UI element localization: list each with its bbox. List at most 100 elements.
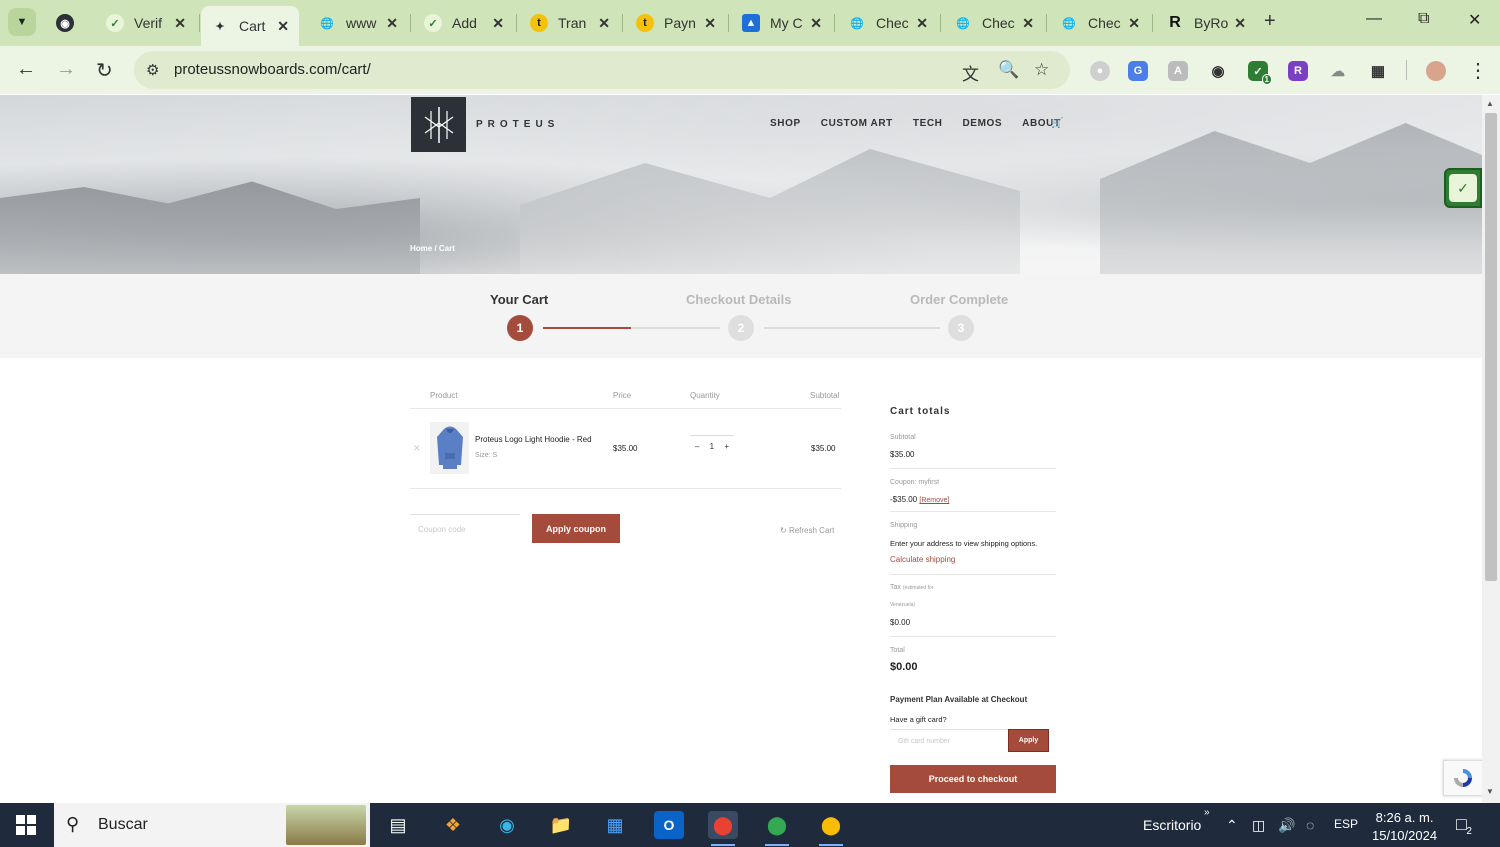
tab-search-button[interactable]: ▼ [8, 8, 36, 36]
product-thumbnail[interactable] [430, 422, 469, 474]
verify-widget[interactable]: ✓ [1444, 168, 1482, 208]
tab-5[interactable]: t Payn ✕ [626, 6, 726, 40]
quantity-value[interactable]: 1 [710, 442, 714, 451]
nav-tech[interactable]: TECH [913, 118, 943, 129]
nav-shop[interactable]: SHOP [770, 118, 801, 129]
hero-mountain [1100, 123, 1482, 275]
translate-extension-icon[interactable]: G [1128, 61, 1148, 81]
battery-icon[interactable]: ◫ [1252, 817, 1265, 834]
coupon-input[interactable] [410, 514, 520, 543]
bookmark-star-icon[interactable]: ☆ [1034, 60, 1049, 80]
cart-icon[interactable]: 🛒 [1051, 118, 1063, 129]
close-window-button[interactable]: ✕ [1468, 10, 1481, 30]
page-scrollbar[interactable]: ▲ ▼ [1482, 95, 1500, 803]
minimize-button[interactable]: — [1366, 10, 1382, 28]
tab-2[interactable]: 🌐 www ✕ [308, 6, 408, 40]
tab-3[interactable]: ✓ Add ✕ [414, 6, 514, 40]
remove-coupon-link[interactable]: [Remove] [919, 497, 949, 504]
close-icon[interactable]: ✕ [598, 15, 610, 32]
chevron-right-icon[interactable]: » [1204, 807, 1210, 818]
scroll-down-icon[interactable]: ▼ [1486, 787, 1494, 796]
tab-6[interactable]: ▲ My C ✕ [732, 6, 832, 40]
tab-10[interactable]: R ByRo ✕ [1156, 6, 1256, 40]
translate-icon[interactable]: 文 [962, 60, 979, 85]
cloud-extension-icon[interactable]: ☁ [1328, 61, 1348, 81]
taskbar-search[interactable]: ⚲ Buscar [54, 803, 370, 847]
wifi-icon[interactable]: ◌ [1306, 817, 1314, 833]
tab-1[interactable]: ✦ Cart ✕ [201, 6, 299, 46]
chrome-icon[interactable]: ⬤ [816, 811, 846, 846]
verify-extension-icon[interactable]: ✓ 1 [1248, 61, 1272, 85]
close-icon[interactable]: ✕ [277, 18, 289, 35]
file-explorer-icon[interactable]: 📁 [546, 811, 576, 839]
language-indicator[interactable]: ESP [1334, 817, 1358, 831]
nav-demos[interactable]: DEMOS [962, 118, 1002, 129]
copilot-icon[interactable]: ❖ [438, 811, 468, 839]
quantity-decrease-button[interactable]: – [695, 442, 699, 451]
outlook-icon[interactable]: O [654, 811, 684, 839]
search-highlight-image [286, 805, 366, 845]
site-logo[interactable] [411, 97, 466, 152]
start-button[interactable] [16, 815, 36, 835]
new-tab-button[interactable]: + [1264, 10, 1276, 33]
notification-icon[interactable]: □ 2 [1456, 814, 1472, 837]
url-text[interactable]: proteussnowboards.com/cart/ [174, 61, 371, 78]
task-view-icon[interactable]: ▤ [383, 811, 413, 839]
back-button[interactable]: ← [16, 58, 36, 81]
close-icon[interactable]: ✕ [492, 15, 504, 32]
tab-7[interactable]: 🌐 Chec ✕ [838, 6, 938, 40]
apply-coupon-button[interactable]: Apply coupon [532, 514, 620, 543]
refresh-cart-button[interactable]: ↻ Refresh Cart [780, 526, 834, 535]
zoom-icon[interactable]: 🔍 [998, 60, 1019, 80]
close-icon[interactable]: ✕ [810, 15, 822, 32]
t-icon: t [530, 14, 548, 32]
close-icon[interactable]: ✕ [386, 15, 398, 32]
tab-9[interactable]: 🌐 Chec ✕ [1050, 6, 1150, 40]
chrome-icon[interactable]: ⬤ [708, 811, 738, 846]
close-icon[interactable]: ✕ [916, 15, 928, 32]
tray-expand-icon[interactable]: ⌃ [1226, 817, 1238, 834]
chrome-icon[interactable]: ⬤ [762, 811, 792, 846]
tab-8[interactable]: 🌐 Chec ✕ [944, 6, 1044, 40]
tab-0[interactable]: ✓ Verif ✕ [96, 6, 196, 40]
site-logo-text[interactable]: PROTEUS [476, 119, 559, 130]
r-extension-icon[interactable]: R [1288, 61, 1308, 81]
scroll-up-icon[interactable]: ▲ [1486, 99, 1494, 108]
menu-kebab-icon[interactable]: ⋮ [1468, 58, 1488, 83]
store-icon[interactable]: ▦ [600, 811, 630, 839]
globe-icon: 🌐 [850, 17, 864, 30]
product-name[interactable]: Proteus Logo Light Hoodie - Red [475, 435, 592, 444]
restore-button[interactable]: ⧉ [1418, 10, 1429, 28]
gift-card-input[interactable] [890, 729, 1008, 753]
close-icon[interactable]: ✕ [174, 15, 186, 32]
close-icon[interactable]: ✕ [1128, 15, 1140, 32]
nav-custom-art[interactable]: CUSTOM ART [821, 118, 893, 129]
remove-item-icon[interactable]: ✕ [413, 443, 421, 454]
volume-icon[interactable]: 🔊 [1278, 817, 1295, 834]
extension-icon[interactable]: ● [1090, 61, 1110, 81]
gift-card-apply-button[interactable]: Apply [1008, 729, 1049, 752]
proceed-to-checkout-button[interactable]: Proceed to checkout [890, 765, 1056, 793]
reload-button[interactable]: ↻ [96, 58, 113, 83]
robot-extension-icon[interactable]: ◉ [1208, 61, 1228, 81]
quantity-increase-button[interactable]: + [724, 442, 729, 451]
scroll-thumb[interactable] [1485, 113, 1497, 581]
forward-button[interactable]: → [56, 58, 76, 81]
breadcrumb[interactable]: Home / Cart [410, 244, 455, 253]
calculate-shipping-link[interactable]: Calculate shipping [890, 555, 955, 564]
close-icon[interactable]: ✕ [704, 15, 716, 32]
desktop-label[interactable]: Escritorio [1143, 817, 1201, 833]
site-info-icon[interactable]: ⚙ [146, 61, 159, 79]
edge-icon[interactable]: ◉ [492, 811, 522, 839]
recaptcha-badge[interactable] [1443, 760, 1482, 796]
extension-icon[interactable]: A [1168, 61, 1188, 81]
address-bar[interactable]: ⚙ proteussnowboards.com/cart/ 文 🔍 ☆ [134, 51, 1070, 89]
close-icon[interactable]: ✕ [1022, 15, 1034, 32]
close-icon[interactable]: ✕ [1234, 15, 1246, 32]
tab-profile[interactable]: ◉ [46, 6, 92, 40]
tab-4[interactable]: t Tran ✕ [520, 6, 620, 40]
avatar[interactable] [1426, 61, 1446, 81]
tax-note: (estimated for [902, 585, 934, 591]
clock[interactable]: 8:26 a. m. 15/10/2024 [1372, 809, 1437, 845]
extensions-puzzle-icon[interactable]: ▦ [1368, 61, 1388, 81]
